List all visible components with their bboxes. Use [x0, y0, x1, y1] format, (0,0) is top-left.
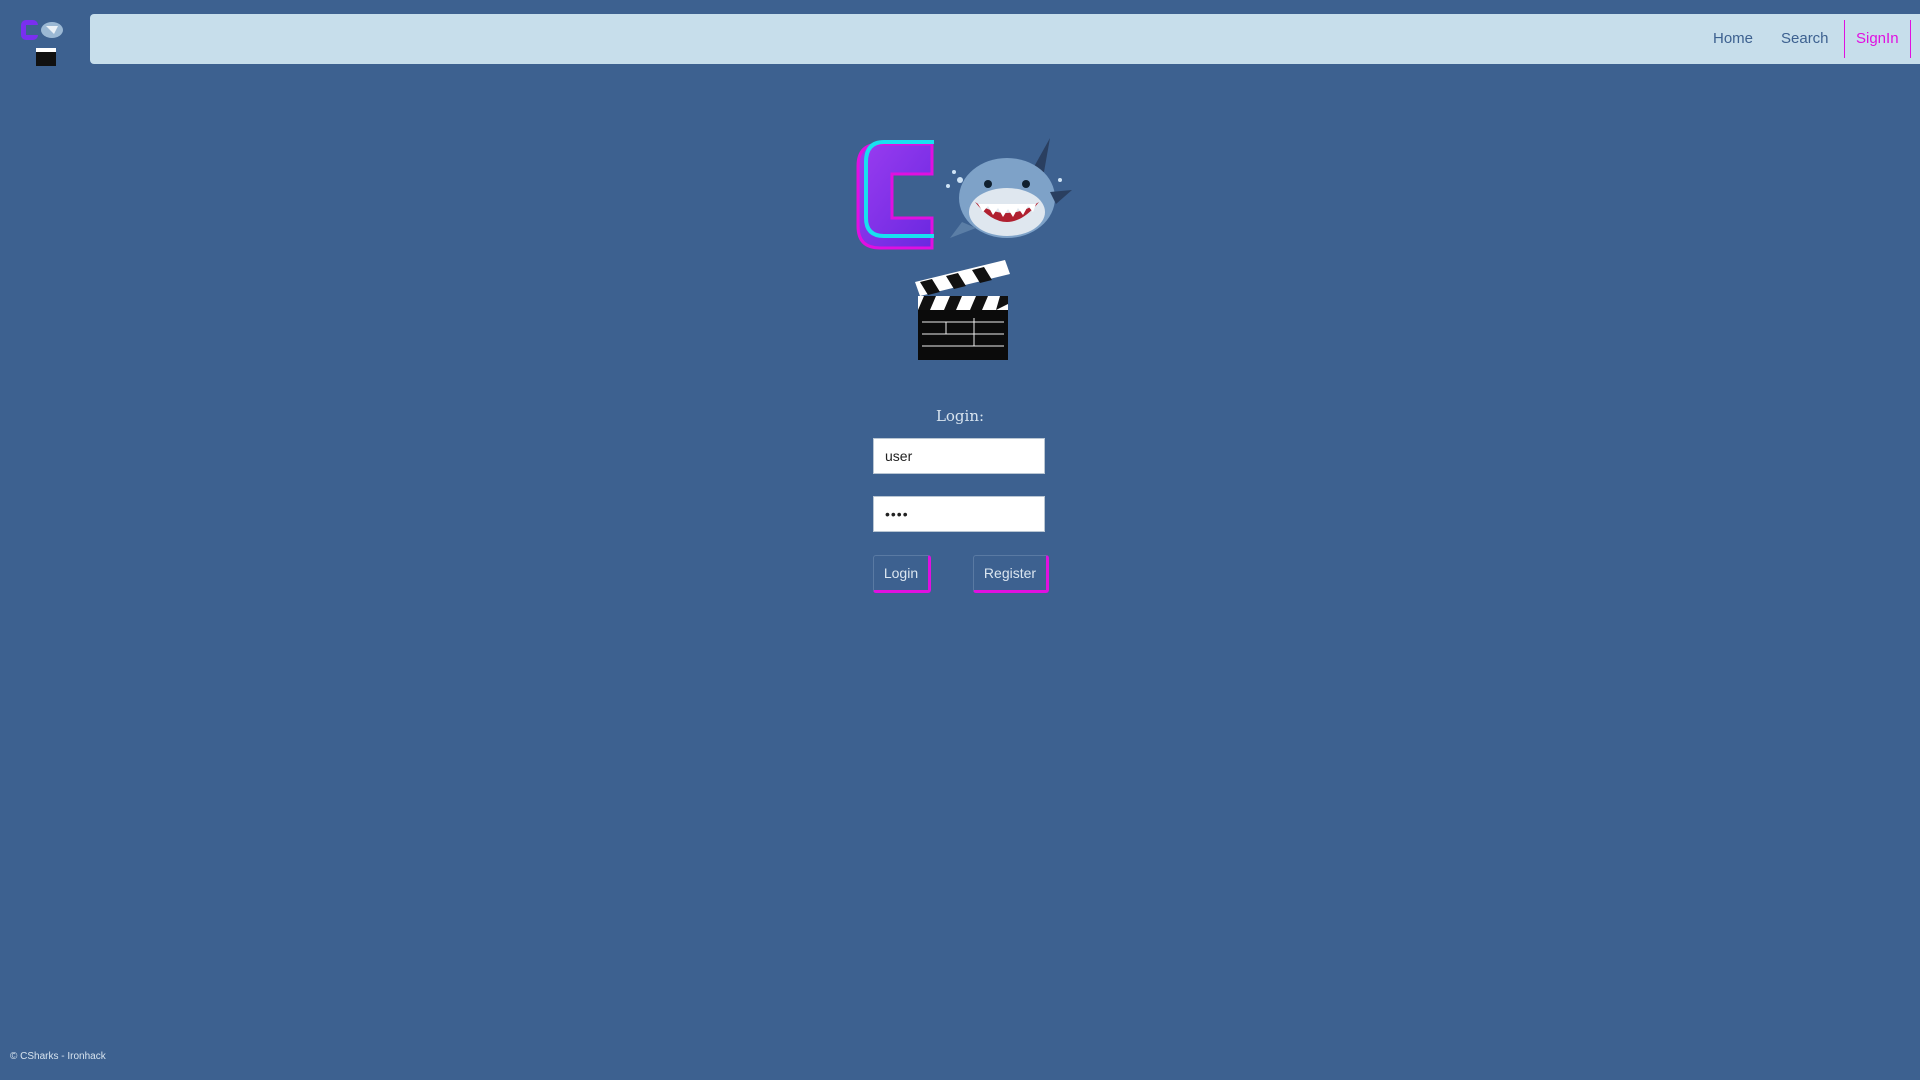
nav-search-link[interactable]: Search — [1781, 14, 1829, 64]
login-button[interactable]: Login — [873, 555, 931, 593]
password-input[interactable] — [873, 496, 1045, 532]
register-button[interactable]: Register — [973, 555, 1049, 593]
clapperboard-icon — [915, 260, 1010, 360]
c-letter-icon — [856, 140, 934, 250]
shark-icon — [946, 138, 1072, 238]
username-input[interactable] — [873, 438, 1045, 474]
csharks-logo — [856, 138, 1072, 360]
top-navbar: Home Search SignIn — [90, 14, 1920, 64]
footer-copyright: © CSharks - Ironhack — [10, 1051, 106, 1062]
csharks-logo-small[interactable] — [18, 16, 74, 72]
nav-home-link[interactable]: Home — [1713, 14, 1753, 64]
nav-signin-link[interactable]: SignIn — [1844, 20, 1911, 58]
login-title: Login: — [935, 407, 985, 425]
